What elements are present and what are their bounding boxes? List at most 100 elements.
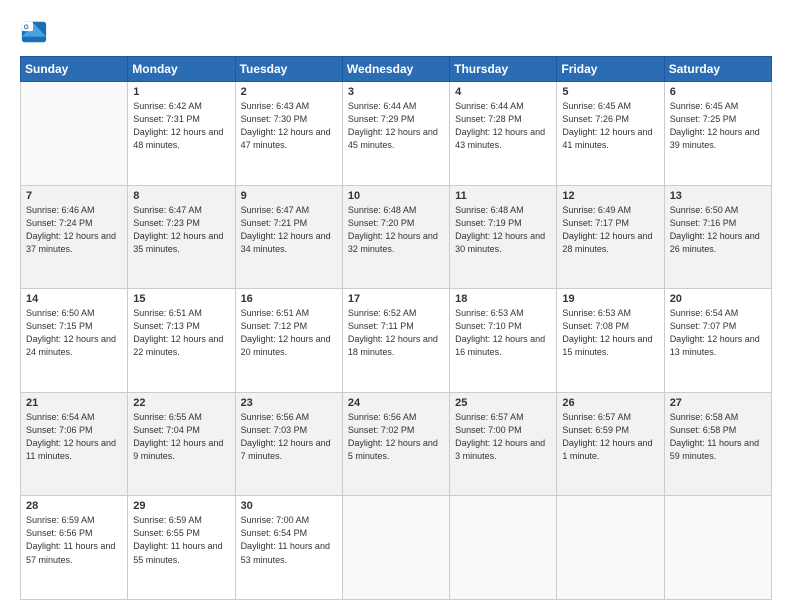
weekday-header-row: SundayMondayTuesdayWednesdayThursdayFrid… [21, 57, 772, 82]
day-number: 18 [455, 293, 551, 305]
day-cell: 4Sunrise: 6:44 AMSunset: 7:28 PMDaylight… [450, 82, 557, 186]
day-number: 17 [348, 293, 444, 305]
weekday-header-tuesday: Tuesday [235, 57, 342, 82]
day-cell: 10 Sunrise: 6:48 AMSunset: 7:20 PMDayligh… [342, 185, 449, 289]
day-number: 13 [670, 190, 766, 202]
calendar-table: SundayMondayTuesdayWednesdayThursdayFrid… [20, 56, 772, 600]
day-cell: 7 Sunrise: 6:46 AMSunset: 7:24 PMDaylight… [21, 185, 128, 289]
day-info: Sunrise: 6:57 AMSunset: 7:00 PMDaylight:… [455, 411, 551, 463]
day-number: 8 [133, 190, 229, 202]
day-cell: 15 Sunrise: 6:51 AMSunset: 7:13 PMDayligh… [128, 289, 235, 393]
day-info: Sunrise: 6:59 AMSunset: 6:56 PMDaylight:… [26, 514, 122, 566]
day-number: 20 [670, 293, 766, 305]
day-info: Sunrise: 6:42 AMSunset: 7:31 PMDaylight:… [133, 100, 229, 152]
day-cell: 2Sunrise: 6:43 AMSunset: 7:30 PMDaylight… [235, 82, 342, 186]
weekday-header-sunday: Sunday [21, 57, 128, 82]
day-info: Sunrise: 6:45 AMSunset: 7:25 PMDaylight:… [670, 100, 766, 152]
day-cell: 3 Sunrise: 6:44 AMSunset: 7:29 PMDaylight… [342, 82, 449, 186]
day-cell: 27 Sunrise: 6:58 AMSunset: 6:58 PMDayligh… [664, 392, 771, 496]
day-info: Sunrise: 6:50 AMSunset: 7:16 PMDaylight:… [670, 204, 766, 256]
day-number: 11 [455, 190, 551, 202]
day-number: 1 [133, 86, 229, 98]
day-cell: 23 Sunrise: 6:56 AMSunset: 7:03 PMDayligh… [235, 392, 342, 496]
day-cell: 14 Sunrise: 6:50 AMSunset: 7:15 PMDayligh… [21, 289, 128, 393]
day-cell: 17Sunrise: 6:52 AMSunset: 7:11 PMDayligh… [342, 289, 449, 393]
day-cell: 21 Sunrise: 6:54 AMSunset: 7:06 PMDayligh… [21, 392, 128, 496]
day-number: 10 [348, 190, 444, 202]
day-number: 30 [241, 500, 337, 512]
day-number: 15 [133, 293, 229, 305]
day-info: Sunrise: 6:56 AMSunset: 7:03 PMDaylight:… [241, 411, 337, 463]
day-info: Sunrise: 6:47 AMSunset: 7:21 PMDaylight:… [241, 204, 337, 256]
week-row-2: 7 Sunrise: 6:46 AMSunset: 7:24 PMDaylight… [21, 185, 772, 289]
day-number: 12 [562, 190, 658, 202]
day-info: Sunrise: 6:50 AMSunset: 7:15 PMDaylight:… [26, 307, 122, 359]
day-info: Sunrise: 6:54 AMSunset: 7:07 PMDaylight:… [670, 307, 766, 359]
day-number: 24 [348, 397, 444, 409]
day-cell: 28 Sunrise: 6:59 AMSunset: 6:56 PMDayligh… [21, 496, 128, 600]
day-number: 16 [241, 293, 337, 305]
day-number: 14 [26, 293, 122, 305]
day-info: Sunrise: 6:59 AMSunset: 6:55 PMDaylight:… [133, 514, 229, 566]
day-cell [342, 496, 449, 600]
day-number: 21 [26, 397, 122, 409]
day-number: 29 [133, 500, 229, 512]
svg-text:G: G [24, 24, 29, 31]
day-info: Sunrise: 6:53 AMSunset: 7:10 PMDaylight:… [455, 307, 551, 359]
day-cell: 12Sunrise: 6:49 AMSunset: 7:17 PMDayligh… [557, 185, 664, 289]
day-cell: 5 Sunrise: 6:45 AMSunset: 7:26 PMDaylight… [557, 82, 664, 186]
week-row-4: 21 Sunrise: 6:54 AMSunset: 7:06 PMDayligh… [21, 392, 772, 496]
day-info: Sunrise: 6:48 AMSunset: 7:19 PMDaylight:… [455, 204, 551, 256]
day-number: 25 [455, 397, 551, 409]
day-number: 22 [133, 397, 229, 409]
day-number: 23 [241, 397, 337, 409]
day-cell: 19 Sunrise: 6:53 AMSunset: 7:08 PMDayligh… [557, 289, 664, 393]
day-cell [21, 82, 128, 186]
page: G SundayMondayTuesdayWednesdayThursdayFr… [0, 0, 792, 612]
day-info: Sunrise: 6:44 AMSunset: 7:29 PMDaylight:… [348, 100, 444, 152]
day-number: 19 [562, 293, 658, 305]
day-cell: 6 Sunrise: 6:45 AMSunset: 7:25 PMDaylight… [664, 82, 771, 186]
week-row-3: 14 Sunrise: 6:50 AMSunset: 7:15 PMDayligh… [21, 289, 772, 393]
weekday-header-monday: Monday [128, 57, 235, 82]
day-number: 27 [670, 397, 766, 409]
day-info: Sunrise: 6:51 AMSunset: 7:12 PMDaylight:… [241, 307, 337, 359]
day-info: Sunrise: 6:47 AMSunset: 7:23 PMDaylight:… [133, 204, 229, 256]
day-cell: 26Sunrise: 6:57 AMSunset: 6:59 PMDayligh… [557, 392, 664, 496]
day-number: 4 [455, 86, 551, 98]
day-info: Sunrise: 7:00 AMSunset: 6:54 PMDaylight:… [241, 514, 337, 566]
logo: G [20, 18, 52, 46]
logo-icon: G [20, 18, 48, 46]
day-cell [664, 496, 771, 600]
day-cell: 16 Sunrise: 6:51 AMSunset: 7:12 PMDayligh… [235, 289, 342, 393]
day-number: 5 [562, 86, 658, 98]
weekday-header-saturday: Saturday [664, 57, 771, 82]
day-info: Sunrise: 6:53 AMSunset: 7:08 PMDaylight:… [562, 307, 658, 359]
week-row-5: 28 Sunrise: 6:59 AMSunset: 6:56 PMDayligh… [21, 496, 772, 600]
day-cell: 22Sunrise: 6:55 AMSunset: 7:04 PMDayligh… [128, 392, 235, 496]
day-cell: 29 Sunrise: 6:59 AMSunset: 6:55 PMDayligh… [128, 496, 235, 600]
day-cell: 30 Sunrise: 7:00 AMSunset: 6:54 PMDayligh… [235, 496, 342, 600]
day-number: 28 [26, 500, 122, 512]
day-number: 26 [562, 397, 658, 409]
day-cell: 13 Sunrise: 6:50 AMSunset: 7:16 PMDayligh… [664, 185, 771, 289]
day-info: Sunrise: 6:46 AMSunset: 7:24 PMDaylight:… [26, 204, 122, 256]
day-number: 7 [26, 190, 122, 202]
day-number: 3 [348, 86, 444, 98]
day-number: 2 [241, 86, 337, 98]
day-info: Sunrise: 6:51 AMSunset: 7:13 PMDaylight:… [133, 307, 229, 359]
day-info: Sunrise: 6:48 AMSunset: 7:20 PMDaylight:… [348, 204, 444, 256]
day-info: Sunrise: 6:56 AMSunset: 7:02 PMDaylight:… [348, 411, 444, 463]
day-info: Sunrise: 6:54 AMSunset: 7:06 PMDaylight:… [26, 411, 122, 463]
day-info: Sunrise: 6:58 AMSunset: 6:58 PMDaylight:… [670, 411, 766, 463]
day-cell: 9Sunrise: 6:47 AMSunset: 7:21 PMDaylight… [235, 185, 342, 289]
weekday-header-thursday: Thursday [450, 57, 557, 82]
day-number: 6 [670, 86, 766, 98]
header: G [20, 18, 772, 46]
day-cell: 24 Sunrise: 6:56 AMSunset: 7:02 PMDayligh… [342, 392, 449, 496]
day-info: Sunrise: 6:45 AMSunset: 7:26 PMDaylight:… [562, 100, 658, 152]
weekday-header-friday: Friday [557, 57, 664, 82]
day-cell [450, 496, 557, 600]
day-cell [557, 496, 664, 600]
day-cell: 8 Sunrise: 6:47 AMSunset: 7:23 PMDaylight… [128, 185, 235, 289]
